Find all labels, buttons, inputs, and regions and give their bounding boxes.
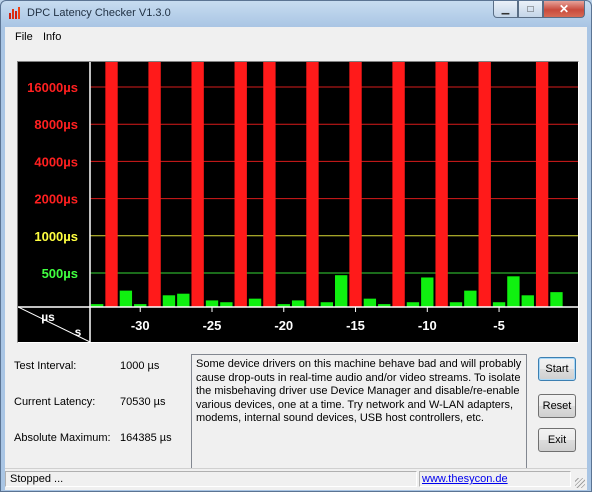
- latency-chart: 16000µs 8000µs 4000µs 2000µs 1000µs 500µs µs s -…: [18, 62, 578, 342]
- green-bar-17: [335, 275, 348, 307]
- red-bar-4: [148, 62, 161, 307]
- y-tick-label-500: 500µs: [42, 266, 78, 281]
- red-bar-21: [392, 62, 405, 307]
- current-latency-value: 70530 µs: [120, 396, 166, 408]
- green-bar-8: [205, 300, 219, 307]
- menu-info[interactable]: Info: [43, 31, 61, 43]
- status-link-panel: www.thesycon.de: [419, 471, 571, 487]
- green-bar-29: [507, 276, 520, 307]
- close-button[interactable]: ✕: [543, 1, 585, 18]
- green-bar-32: [550, 292, 563, 307]
- thesycon-link[interactable]: www.thesycon.de: [422, 473, 508, 485]
- red-bar-31: [535, 62, 549, 307]
- y-tick-label-2000: 2000µs: [34, 192, 78, 207]
- maximize-button[interactable]: □: [518, 1, 543, 18]
- x-tick-label--20: -20: [274, 318, 293, 333]
- green-bar-23: [421, 277, 434, 307]
- green-bar-14: [291, 300, 305, 307]
- x-tick-label--25: -25: [203, 318, 222, 333]
- y-tick-label-16000: 16000µs: [27, 80, 78, 95]
- x-unit-label: s: [75, 325, 82, 339]
- reset-button[interactable]: Reset: [538, 394, 576, 418]
- caption-buttons: ▁ □ ✕: [493, 1, 585, 18]
- red-bar-24: [435, 62, 448, 307]
- info-text-box: Some device drivers on this machine beha…: [191, 354, 527, 484]
- red-bar-15: [306, 62, 319, 307]
- minimize-button[interactable]: ▁: [493, 1, 518, 18]
- x-tick-label--30: -30: [131, 318, 150, 333]
- resize-grip[interactable]: [575, 478, 585, 488]
- red-bar-27: [478, 62, 491, 307]
- x-tick-label--10: -10: [418, 318, 437, 333]
- y-tick-label-8000: 8000µs: [34, 117, 78, 132]
- x-tick-label--15: -15: [346, 318, 365, 333]
- client-area: File Info 16000µs 8000µs 4000µs 2000µs 1000µ…: [5, 27, 587, 490]
- green-bar-11: [248, 298, 262, 307]
- test-interval-label: Test Interval:: [14, 360, 77, 372]
- green-bar-26: [464, 290, 477, 307]
- menu-file[interactable]: File: [15, 31, 33, 43]
- menu-bar: File Info: [5, 27, 587, 47]
- test-interval-value: 1000 µs: [120, 360, 160, 372]
- status-bar: Stopped ... www.thesycon.de: [5, 468, 587, 490]
- red-bar-1: [105, 62, 118, 307]
- green-bar-2: [119, 290, 133, 307]
- green-bar-30: [521, 295, 534, 307]
- red-bar-7: [191, 62, 204, 307]
- green-bar-6: [177, 293, 190, 307]
- y-unit-label: µs: [41, 310, 55, 324]
- app-icon: [9, 7, 20, 19]
- y-tick-label-1000: 1000µs: [34, 229, 78, 244]
- exit-button[interactable]: Exit: [538, 428, 576, 452]
- x-tick-label--5: -5: [493, 318, 505, 333]
- window-title: DPC Latency Checker V1.3.0: [27, 7, 171, 19]
- start-button[interactable]: Start: [538, 357, 576, 381]
- green-bar-5: [162, 295, 176, 307]
- absolute-maximum-value: 164385 µs: [120, 432, 172, 444]
- chart-background: [18, 62, 578, 342]
- status-text: Stopped ...: [5, 471, 417, 487]
- current-latency-label: Current Latency:: [14, 396, 96, 408]
- red-bar-12: [263, 62, 276, 307]
- green-bar-19: [363, 298, 377, 307]
- red-bar-18: [349, 62, 362, 307]
- red-bar-10: [234, 62, 247, 307]
- title-bar: DPC Latency Checker V1.3.0 ▁ □ ✕: [1, 1, 591, 27]
- app-window: DPC Latency Checker V1.3.0 ▁ □ ✕ File In…: [0, 0, 592, 492]
- y-tick-label-4000: 4000µs: [34, 154, 78, 169]
- absolute-maximum-label: Absolute Maximum:: [14, 432, 111, 444]
